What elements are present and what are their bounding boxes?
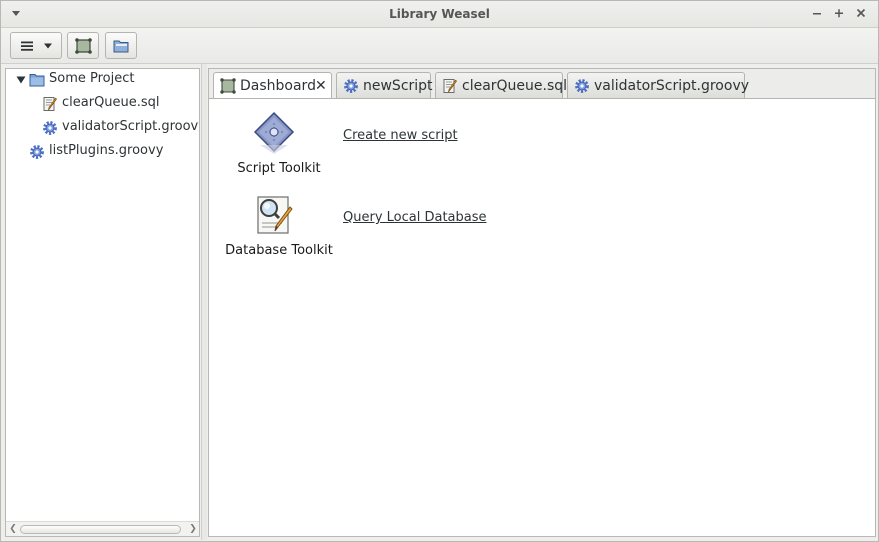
window-title: Library Weasel — [389, 7, 490, 21]
database-toolkit-icon[interactable] — [252, 193, 296, 237]
minimize-icon — [813, 13, 821, 15]
plugin-icon — [75, 38, 92, 54]
tree-item-label: listPlugins.groovy — [49, 143, 164, 158]
create-new-script-link[interactable]: Create new script — [343, 128, 458, 143]
project-tree[interactable]: Some Project clearQueue.sql validatorScr… — [5, 68, 200, 537]
tree-item-some-project[interactable]: Some Project — [6, 68, 199, 90]
tab-label: validatorScript.groovy — [594, 78, 750, 94]
plugins-button[interactable] — [67, 32, 99, 59]
tab-dashboard[interactable]: Dashboard ✕ — [213, 72, 332, 100]
script-toolkit: Script Toolkit — [214, 111, 334, 181]
toolbar — [1, 28, 878, 64]
app-window: Library Weasel Some Project clearQueue.s… — [0, 0, 879, 542]
pane-splitter[interactable] — [201, 64, 207, 540]
database-toolkit: Database Toolkit — [214, 193, 334, 263]
open-folder-button[interactable] — [105, 32, 137, 59]
horizontal-scrollbar[interactable]: ❮ ❯ — [6, 521, 199, 536]
tree-item-label: validatorScript.groovy — [62, 119, 199, 134]
close-window-button[interactable] — [853, 5, 869, 21]
tree-item-clearqueue-sql[interactable]: clearQueue.sql — [6, 92, 199, 114]
gear-script-icon — [43, 121, 57, 135]
editor-pane: Dashboard ✕ newScript clearQueue.sql val… — [208, 68, 876, 537]
tree-item-validatorscript-groovy[interactable]: validatorScript.groovy — [6, 116, 199, 138]
tab-clearqueue-sql[interactable]: clearQueue.sql — [435, 72, 567, 99]
gear-script-icon — [344, 79, 358, 93]
maximize-button[interactable] — [831, 5, 847, 21]
sql-script-icon — [43, 97, 57, 111]
maximize-icon — [835, 9, 843, 18]
folder-icon — [29, 74, 45, 87]
tab-validatorscript-groovy[interactable]: validatorScript.groovy — [567, 72, 749, 99]
script-toolkit-label: Script Toolkit — [237, 161, 321, 176]
tab-label: newScript — [363, 78, 433, 94]
sql-script-icon — [443, 79, 457, 93]
tab-label: clearQueue.sql — [462, 78, 568, 94]
tab-label: Dashboard — [240, 78, 316, 94]
close-icon — [856, 8, 866, 18]
tree-item-label: clearQueue.sql — [62, 95, 160, 110]
database-toolkit-label: Database Toolkit — [225, 243, 333, 258]
query-local-database-link[interactable]: Query Local Database — [343, 210, 487, 225]
scrollbar-thumb[interactable] — [20, 525, 181, 534]
tree-item-label: Some Project — [49, 71, 135, 86]
script-toolkit-icon[interactable] — [252, 111, 296, 155]
tree-item-listplugins-groovy[interactable]: listPlugins.groovy — [6, 140, 199, 162]
gear-script-icon — [575, 79, 589, 93]
scroll-right-icon[interactable]: ❯ — [188, 524, 198, 534]
dashboard-icon — [220, 78, 236, 94]
dashboard-content: Script Toolkit Create new script Databas… — [209, 98, 875, 536]
main-menu-button[interactable] — [10, 32, 62, 59]
hamburger-menu-icon — [21, 41, 33, 51]
title-bar: Library Weasel — [1, 1, 878, 28]
chevron-down-icon — [44, 43, 52, 49]
close-tab-icon[interactable]: ✕ — [315, 73, 327, 99]
scroll-left-icon[interactable]: ❮ — [8, 524, 18, 534]
gear-script-icon — [30, 145, 44, 159]
tab-newscript[interactable]: newScript — [336, 72, 433, 99]
open-folder-icon — [113, 40, 129, 53]
minimize-button[interactable] — [809, 5, 825, 21]
